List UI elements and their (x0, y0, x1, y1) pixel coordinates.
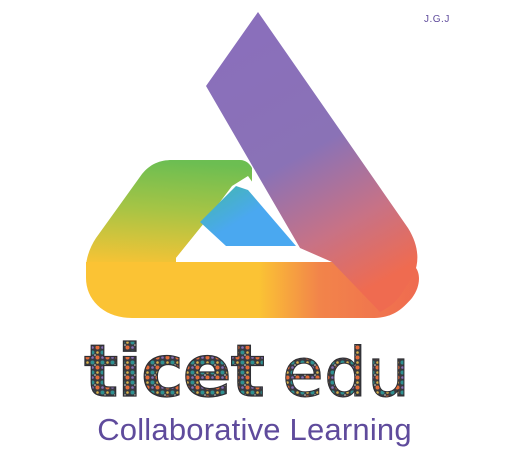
brand-primary: ticet (84, 329, 264, 413)
brand-secondary: edu (282, 334, 410, 413)
tagline: Collaborative Learning (97, 412, 412, 447)
logo-graphic: ticet edu (83, 12, 419, 414)
logo-page: J.G.J ticet edu Collaborative Learning (0, 0, 509, 463)
triangle-loop-logo-icon (86, 12, 419, 318)
